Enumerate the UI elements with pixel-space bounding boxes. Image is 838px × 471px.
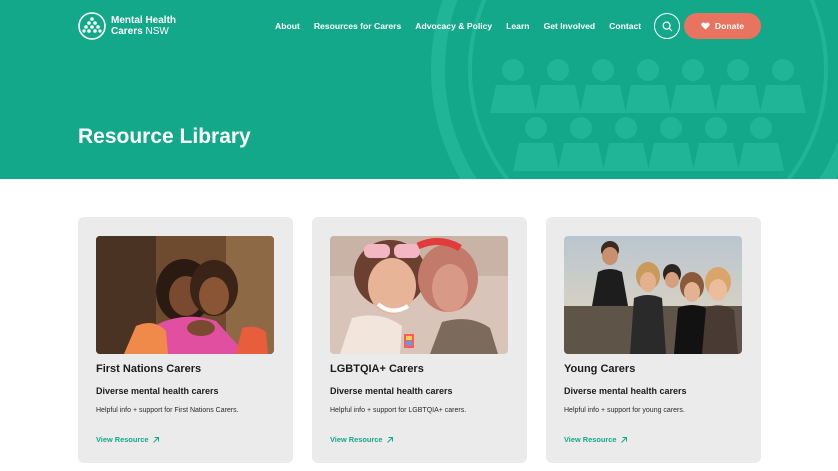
nav-contact[interactable]: Contact xyxy=(609,21,641,31)
hero-banner: Mental Health Carers NSW About Resources… xyxy=(0,0,838,179)
resource-card-young[interactable]: Young Carers Diverse mental health carer… xyxy=(546,217,761,463)
card-title: First Nations Carers xyxy=(96,363,202,375)
main-nav: About Resources for Carers Advocacy & Po… xyxy=(275,21,655,31)
page-title: Resource Library xyxy=(78,125,251,148)
nav-get-involved[interactable]: Get Involved xyxy=(544,21,596,31)
card-image-first-nations xyxy=(96,236,274,354)
heart-icon xyxy=(701,22,710,30)
donate-button[interactable]: Donate xyxy=(684,13,761,39)
view-resource-link[interactable]: View Resource xyxy=(330,435,394,444)
logo-nsw: NSW xyxy=(145,26,169,37)
nav-resources-for-carers[interactable]: Resources for Carers xyxy=(314,21,401,31)
logo-carers: Carers xyxy=(111,26,143,37)
resource-card-first-nations[interactable]: First Nations Carers Diverse mental heal… xyxy=(78,217,293,463)
arrow-up-right-icon xyxy=(621,436,628,443)
arrow-up-right-icon xyxy=(153,436,160,443)
search-button[interactable] xyxy=(654,13,680,39)
view-resource-label: View Resource xyxy=(330,435,383,444)
view-resource-link[interactable]: View Resource xyxy=(96,435,160,444)
nav-advocacy-policy[interactable]: Advocacy & Policy xyxy=(415,21,492,31)
card-description: Helpful info + support for First Nations… xyxy=(96,407,239,414)
card-subtitle: Diverse mental health carers xyxy=(564,386,687,396)
nav-about[interactable]: About xyxy=(275,21,300,31)
card-description: Helpful info + support for young carers. xyxy=(564,407,685,414)
view-resource-label: View Resource xyxy=(564,435,617,444)
logo-line-2: Carers NSW xyxy=(111,26,176,37)
view-resource-label: View Resource xyxy=(96,435,149,444)
resource-card-lgbtqia[interactable]: LGBTQIA+ Carers Diverse mental health ca… xyxy=(312,217,527,463)
card-subtitle: Diverse mental health carers xyxy=(96,386,219,396)
card-subtitle: Diverse mental health carers xyxy=(330,386,453,396)
search-icon xyxy=(661,20,672,31)
site-logo[interactable]: Mental Health Carers NSW xyxy=(78,12,176,40)
card-image-young xyxy=(564,236,742,354)
donate-label: Donate xyxy=(714,21,745,31)
nav-learn[interactable]: Learn xyxy=(506,21,529,31)
card-description: Helpful info + support for LGBTQIA+ care… xyxy=(330,407,467,414)
card-title: LGBTQIA+ Carers xyxy=(330,363,424,375)
view-resource-link[interactable]: View Resource xyxy=(564,435,628,444)
logo-line-1: Mental Health xyxy=(111,15,177,26)
logo-mark-icon xyxy=(78,12,106,40)
logo-text: Mental Health Carers NSW xyxy=(111,15,176,37)
arrow-up-right-icon xyxy=(387,436,394,443)
card-title: Young Carers xyxy=(564,363,636,375)
card-image-lgbtqia xyxy=(330,236,508,354)
